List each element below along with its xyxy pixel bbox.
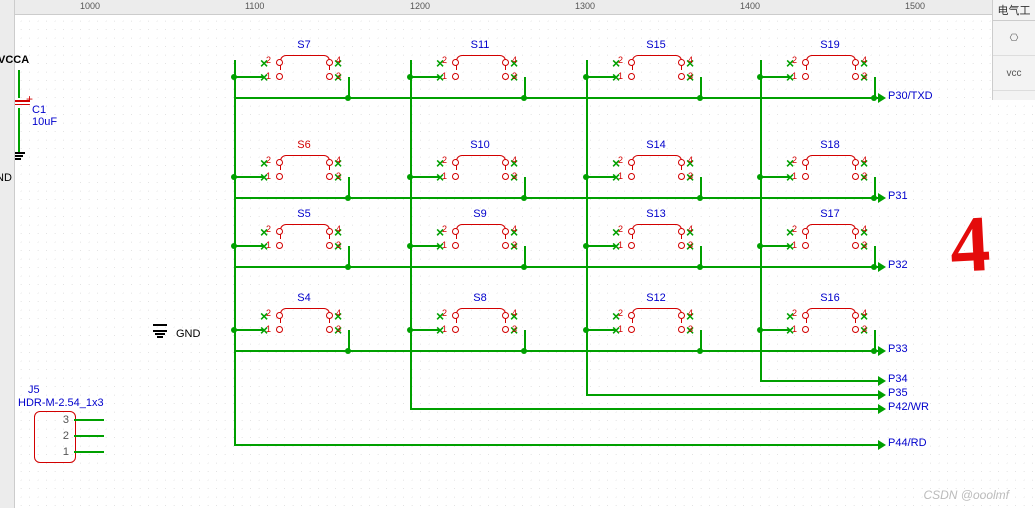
switch-ref: S13	[614, 208, 698, 220]
switch-s4[interactable]: S4 × × × × 2 4 1 3	[262, 306, 346, 340]
switch-ref: S6	[262, 139, 346, 151]
connector-j5[interactable]: 3 2 1	[34, 411, 76, 463]
switch-ref: S16	[788, 292, 872, 304]
switch-ref: S15	[614, 39, 698, 51]
cap-ref: C1	[32, 104, 46, 116]
switch-s8[interactable]: S8 × × × × 2 4 1 3	[438, 306, 522, 340]
switch-s13[interactable]: S13 × × × × 2 4 1 3	[614, 222, 698, 256]
ruler-horizontal: 1000 1100 1200 1300 1400 1500	[0, 0, 1035, 15]
switch-ref: S12	[614, 292, 698, 304]
net-gnd-left: ND	[0, 172, 12, 184]
tool-net[interactable]: ⎔	[993, 21, 1035, 56]
switch-ref: S10	[438, 139, 522, 151]
switch-s7[interactable]: S7 × × × × 2 4 1 3	[262, 53, 346, 87]
switch-s18[interactable]: S18 × × × × 2 4 1 3	[788, 153, 872, 187]
j5-type: HDR-M-2.54_1x3	[18, 397, 104, 409]
handwritten-annotation: 4	[948, 199, 993, 292]
switch-ref: S11	[438, 39, 522, 51]
switch-s15[interactable]: S15 × × × × 2 4 1 3	[614, 53, 698, 87]
switch-ref: S5	[262, 208, 346, 220]
switch-ref: S9	[438, 208, 522, 220]
cap-value: 10uF	[32, 116, 57, 128]
toolbar-header: 电气工	[993, 0, 1035, 21]
switch-ref: S4	[262, 292, 346, 304]
tool-palette[interactable]: 电气工 ⎔ vcc	[992, 0, 1035, 100]
j5-ref: J5	[28, 384, 40, 396]
net-vcca-label: VCCA	[0, 54, 29, 66]
j5-pin-2: 2	[63, 430, 69, 442]
switch-s10[interactable]: S10 × × × × 2 4 1 3	[438, 153, 522, 187]
switch-ref: S18	[788, 139, 872, 151]
net-gnd-label: GND	[176, 328, 200, 340]
switch-s17[interactable]: S17 × × × × 2 4 1 3	[788, 222, 872, 256]
switch-s14[interactable]: S14 × × × × 2 4 1 3	[614, 153, 698, 187]
switch-ref: S8	[438, 292, 522, 304]
switch-ref: S17	[788, 208, 872, 220]
switch-s16[interactable]: S16 × × × × 2 4 1 3	[788, 306, 872, 340]
switch-s6[interactable]: S6 × × × × 2 4 1 3	[262, 153, 346, 187]
j5-pin-1: 1	[63, 446, 69, 458]
switch-s12[interactable]: S12 × × × × 2 4 1 3	[614, 306, 698, 340]
tool-vcc[interactable]: vcc	[993, 56, 1035, 91]
switch-s19[interactable]: S19 × × × × 2 4 1 3	[788, 53, 872, 87]
switch-s5[interactable]: S5 × × × × 2 4 1 3	[262, 222, 346, 256]
switch-ref: S14	[614, 139, 698, 151]
switch-ref: S19	[788, 39, 872, 51]
watermark: CSDN @ooolmf	[923, 488, 1009, 502]
ruler-vertical	[0, 0, 15, 508]
switch-ref: S7	[262, 39, 346, 51]
j5-pin-3: 3	[63, 414, 69, 426]
switch-s11[interactable]: S11 × × × × 2 4 1 3	[438, 53, 522, 87]
switch-s9[interactable]: S9 × × × × 2 4 1 3	[438, 222, 522, 256]
